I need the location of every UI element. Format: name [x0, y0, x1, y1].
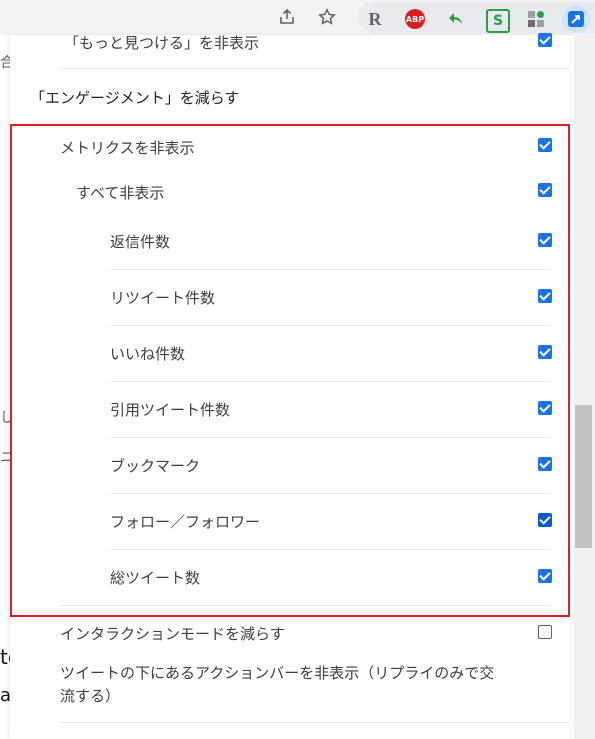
hide-action-bar-label-line1: ツイートの下にあるアクションバーを非表示（リプライのみで交	[60, 664, 495, 682]
hide-more-finds-checkbox[interactable]	[538, 33, 552, 47]
hide-action-bar-label-line2: 流する）	[60, 687, 121, 705]
star-icon[interactable]	[316, 6, 338, 28]
r-extension-icon[interactable]: R	[365, 9, 385, 29]
divider	[60, 722, 570, 723]
s-extension-icon[interactable]: S	[486, 9, 510, 33]
adblock-plus-icon[interactable]: ABP	[405, 9, 425, 29]
share-icon[interactable]	[276, 6, 298, 28]
browser-toolbar: R ABP S	[0, 0, 595, 36]
green-arrow-icon[interactable]	[446, 9, 466, 29]
scrollbar-thumb[interactable]	[575, 405, 592, 548]
reduce-interaction-label: インタラクションモードを減らす	[60, 625, 285, 643]
puzzle-icon[interactable]	[526, 9, 546, 29]
reduce-interaction-checkbox[interactable]	[538, 625, 552, 639]
extensions-area: R ABP S	[358, 2, 595, 33]
scrollbar-track[interactable]	[574, 35, 595, 739]
highlight-box	[10, 124, 570, 617]
active-extension-icon[interactable]	[562, 5, 590, 33]
divider	[60, 68, 570, 69]
reduce-engagement-heading: 「エンゲージメント」を減らす	[30, 89, 240, 107]
hide-more-finds-label: 「もっと見つける」を非表示	[64, 34, 260, 52]
